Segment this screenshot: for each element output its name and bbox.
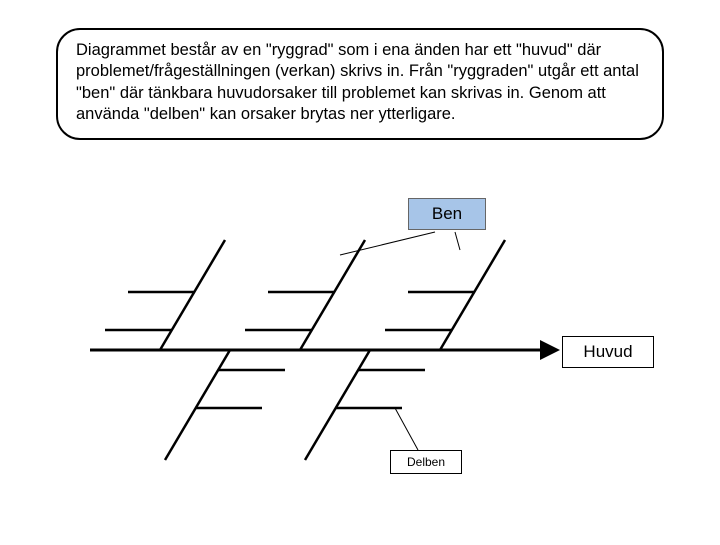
ben-text: Ben	[432, 204, 462, 223]
huvud-label: Huvud	[562, 336, 654, 368]
delben-label: Delben	[390, 450, 462, 474]
delben-text: Delben	[407, 455, 445, 469]
description-text: Diagrammet består av en "ryggrad" som i …	[76, 41, 639, 123]
ben-label: Ben	[408, 198, 486, 230]
huvud-text: Huvud	[583, 342, 632, 361]
description-box: Diagrammet består av en "ryggrad" som i …	[56, 28, 664, 140]
fishbone-diagram: Ben Huvud Delben	[0, 170, 720, 540]
